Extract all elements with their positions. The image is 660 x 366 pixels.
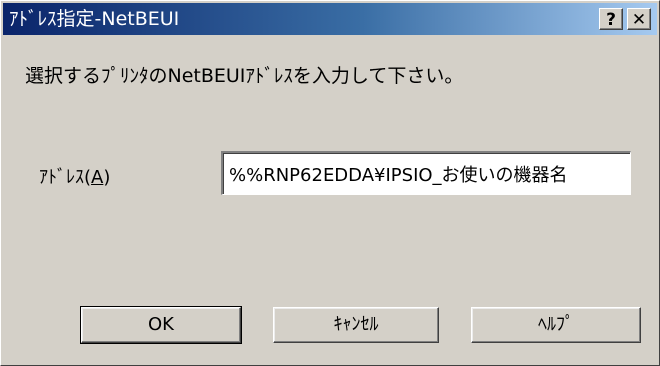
ok-button[interactable]: OK — [80, 306, 242, 344]
address-label: ｱﾄﾞﾚｽ(A) — [39, 163, 110, 189]
cancel-button[interactable]: ｷｬﾝｾﾙ — [273, 307, 439, 343]
instruction-text: 選択するﾌﾟﾘﾝﾀのNetBEUIｱﾄﾞﾚｽを入力して下さい。 — [25, 65, 464, 87]
help-button[interactable]: ﾍﾙﾌﾟ — [471, 307, 641, 343]
close-icon[interactable]: ✕ — [627, 8, 651, 30]
help-icon[interactable]: ? — [599, 8, 623, 30]
address-label-accelerator: A — [91, 167, 104, 188]
title-bar[interactable]: ｱﾄﾞﾚｽ指定-NetBEUI ? ✕ — [3, 3, 657, 35]
window-title: ｱﾄﾞﾚｽ指定-NetBEUI — [9, 8, 180, 30]
address-input[interactable] — [221, 151, 631, 195]
address-label-suffix: ) — [103, 167, 111, 188]
address-label-prefix: ｱﾄﾞﾚｽ( — [39, 167, 92, 188]
address-dialog: ｱﾄﾞﾚｽ指定-NetBEUI ? ✕ 選択するﾌﾟﾘﾝﾀのNetBEUIｱﾄﾞ… — [0, 0, 660, 366]
